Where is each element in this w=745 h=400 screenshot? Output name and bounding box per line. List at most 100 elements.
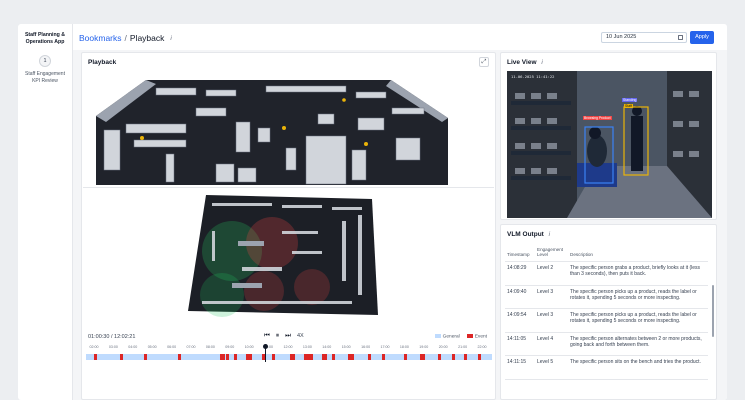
timeline-event-marker[interactable] [382,354,385,360]
timeline-tick-label: 22:00 [477,345,487,349]
timeline-event-marker[interactable] [226,354,229,360]
apply-button[interactable]: Apply [690,31,714,44]
timeline-event-marker[interactable] [272,354,275,360]
cell-description: The specific person picks up a product, … [568,308,708,333]
cell-description: The specific person sits on the bench an… [568,355,708,380]
cell-timestamp: 14:09:40 [505,285,535,309]
timeline-tick-label: 09:00 [225,345,235,349]
timeline-event-marker[interactable] [368,354,371,360]
top-bar: Bookmarks / Playback i 10 Jun 2025 Apply [73,24,727,50]
live-view-title-text: Live View [507,59,537,66]
cell-level: Level 4 [535,332,568,356]
detection-label-staff: Staff [624,104,633,108]
camera-frame [507,71,712,218]
timeline-event-marker[interactable] [438,354,441,360]
column-header-description: Description [568,245,708,262]
sidebar: Staff Planning & Operations App 1 Staff … [18,24,73,400]
info-icon[interactable]: i [170,35,171,42]
cell-level: Level 2 [535,261,568,286]
vlm-output-table: Timestamp Engagement Level Description 1… [505,245,708,380]
timeline-tick-label: 19:00 [419,345,429,349]
table-row[interactable]: 14:11:05 Level 4 The specific person alt… [505,332,708,356]
timeline-tick-label: 18:00 [399,345,409,349]
view-divider [83,187,494,188]
timeline-event-marker[interactable] [144,354,147,360]
timeline-event-marker[interactable] [322,354,327,360]
sidebar-item-staff-engagement[interactable]: Staff Engagement KPI Review [18,71,72,84]
timeline-bar[interactable] [86,354,492,360]
expand-icon[interactable]: ⤢ [479,57,489,67]
timeline-tick-label: 17:00 [380,345,390,349]
column-header-timestamp: Timestamp [505,245,535,262]
timeline-tick-label: 07:00 [186,345,196,349]
app-window: Staff Planning & Operations App 1 Staff … [18,24,727,400]
live-camera-feed[interactable]: 11-06-2025 11:41:22 Standing Staff Brows… [507,71,712,218]
playback-controls: ⏮ ⏸ ⏭ 4X [264,332,304,340]
live-view-panel: Live View i 11-06-2025 11:41:22 Standing… [500,52,717,220]
timeline-event-marker[interactable] [246,354,252,360]
timeline-tick-label: 12:00 [283,345,293,349]
cell-description: The specific person alternates between 2… [568,332,708,356]
timeline-tick-label: 03:00 [108,345,118,349]
timeline-event-marker[interactable] [234,354,237,360]
skip-forward-icon[interactable]: ⏭ [285,332,291,340]
date-picker-input[interactable]: 10 Jun 2025 [601,32,687,43]
legend-event: Event [466,334,487,339]
info-icon[interactable]: i [541,59,542,66]
app-title: Staff Planning & Operations App [24,32,66,45]
timeline-tick-label: 10:00 [244,345,254,349]
store-heatmap-render [182,191,382,319]
column-header-engagement-level: Engagement Level [535,245,568,262]
timeline-tick-label: 20:00 [438,345,448,349]
cell-timestamp: 14:11:05 [505,332,535,356]
live-timestamp: 11-06-2025 11:41:22 [511,74,555,79]
calendar-icon[interactable] [678,35,683,40]
breadcrumb: Bookmarks / Playback i [79,33,172,43]
detection-label-standing: Standing [622,98,638,102]
timeline-event-marker[interactable] [404,354,407,360]
speed-toggle[interactable]: 4X [297,333,304,339]
playhead-handle[interactable] [262,344,268,349]
timeline-event-marker[interactable] [420,354,425,360]
timeline-tick-label: 21:00 [458,345,468,349]
store-heatmap-view[interactable] [182,191,382,319]
table-row[interactable]: 14:09:40 Level 3 The specific person pic… [505,285,708,309]
vlm-output-title-text: VLM Output [507,231,544,238]
timeline-event-marker[interactable] [120,354,123,360]
timeline-playhead[interactable] [262,344,268,362]
timeline-event-marker[interactable] [290,354,295,360]
timeline-tick-label: 02:00 [89,345,99,349]
playback-panel: Playback ⤢ 01:00:30 / 12:02:21 ⏮ ⏸ ⏭ 4X … [81,52,496,400]
time-separator: / [110,334,113,340]
table-row[interactable]: 14:08:29 Level 2 The specific person gra… [505,261,708,286]
info-icon[interactable]: i [549,231,550,238]
legend-general-label: General [442,334,460,340]
timeline-ticks: 02:00 03:00 04:00 05:00 06:00 07:00 08:00 09:00… [86,345,490,351]
table-row[interactable]: 14:11:15 Level 5 The specific person sit… [505,355,708,380]
cell-level: Level 3 [535,285,568,309]
timeline-event-marker[interactable] [220,354,225,360]
timeline-event-marker[interactable] [452,354,455,360]
timeline-event-marker[interactable] [94,354,97,360]
timeline-event-marker[interactable] [478,354,481,360]
timeline-event-marker[interactable] [178,354,181,360]
timeline-event-marker[interactable] [310,354,313,360]
vlm-table-scrollbar[interactable] [712,285,714,337]
cell-timestamp: 14:11:15 [505,355,535,380]
breadcrumb-bookmarks-link[interactable]: Bookmarks [79,33,122,43]
timeline-event-marker[interactable] [464,354,467,360]
table-row[interactable]: 14:09:54 Level 3 The specific person pic… [505,308,708,333]
step-number-badge[interactable]: 1 [39,55,51,67]
skip-back-icon[interactable]: ⏮ [264,332,270,340]
timeline-event-marker[interactable] [348,354,354,360]
pause-icon[interactable]: ⏸ [276,332,279,340]
cell-description: The specific person picks up a product, … [568,285,708,309]
detection-label-browsing: Browsing Product [583,116,612,120]
cell-timestamp: 14:08:29 [505,261,535,286]
timeline-tick-label: 08:00 [205,345,215,349]
timeline-tick-label: 04:00 [128,345,138,349]
timeline-event-marker[interactable] [332,354,335,360]
store-3d-render [96,78,448,185]
store-3d-view[interactable] [96,78,448,185]
live-view-title: Live View i [507,59,543,66]
